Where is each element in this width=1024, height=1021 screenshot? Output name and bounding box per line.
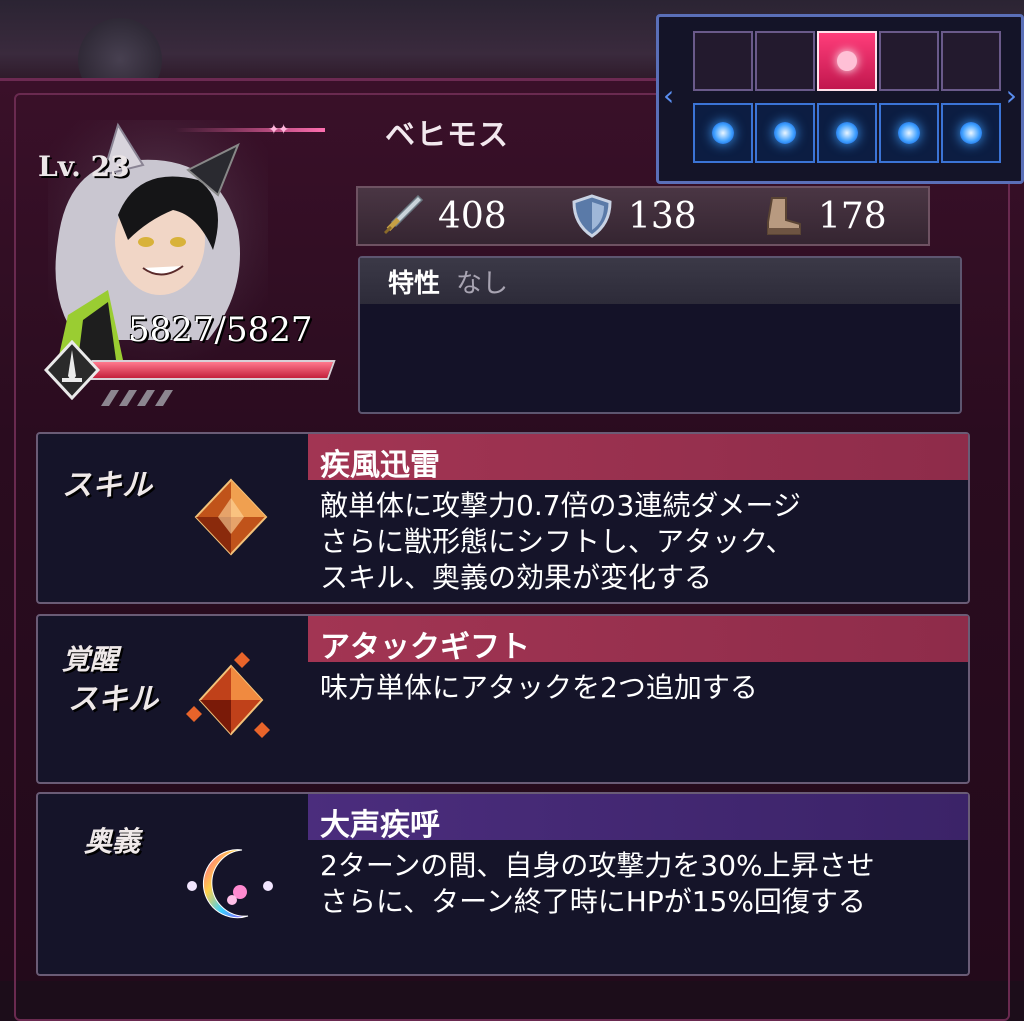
moon-orb-icon <box>187 849 273 919</box>
sword-icon <box>384 194 424 234</box>
character-name: ベヒモス <box>385 118 509 153</box>
sword-class-icon <box>44 340 100 400</box>
skill-description: 敵単体に攻撃力0.7倍の3連続ダメージ さらに獣形態にシフトし、アタック、 スキ… <box>320 489 801 594</box>
front-slot-3[interactable] <box>817 31 877 91</box>
unit-marker-icon <box>898 122 920 144</box>
ougi-name: 大声疾呼 <box>320 808 440 843</box>
title-decoration-diamond: ✦✦ <box>268 122 289 138</box>
back-slot-2[interactable] <box>755 103 815 163</box>
rank-stripes-icon <box>101 390 173 406</box>
skill-panel[interactable]: スキル 疾風迅雷 敵単体に攻撃力0.7倍の3連続ダメージ さらに獣形態にシフトし… <box>36 432 970 604</box>
selected-unit-marker-icon <box>837 51 857 71</box>
hp-bar <box>84 360 336 380</box>
defense-value: 138 <box>628 195 697 237</box>
speed-stat: 178 <box>758 192 928 240</box>
back-slot-5[interactable] <box>941 103 1001 163</box>
unit-marker-icon <box>836 122 858 144</box>
orange-crystal-icon <box>194 478 268 556</box>
awakened-kind-label-line1: 覚醒 <box>62 643 119 676</box>
ougi-kind-label: 奥義 <box>84 825 141 858</box>
awakened-crystal-icon <box>186 652 270 738</box>
shield-icon <box>572 194 612 238</box>
formation-grid: ‹ › <box>656 14 1024 184</box>
boot-icon <box>767 197 801 235</box>
formation-bottom-row <box>693 103 1003 163</box>
grid-left-arrow-icon: ‹ <box>663 79 675 112</box>
trait-value: なし <box>456 268 509 299</box>
hp-bar-fill <box>87 362 333 378</box>
stats-bar: 408 138 178 <box>356 186 930 246</box>
grid-right-arrow-icon: › <box>1005 79 1017 112</box>
trait-label: 特性 <box>388 268 441 299</box>
skill-kind-label: スキル <box>62 468 152 503</box>
attack-value: 408 <box>438 195 507 237</box>
back-slot-3[interactable] <box>817 103 877 163</box>
ougi-description: 2ターンの間、自身の攻撃力を30%上昇させ さらに、ターン終了時にHPが15%回… <box>320 849 875 918</box>
front-slot-5[interactable] <box>941 31 1001 91</box>
unit-marker-icon <box>712 122 734 144</box>
formation-top-row <box>693 31 1003 91</box>
unit-marker-icon <box>774 122 796 144</box>
awakened-kind-label-line2: スキル <box>68 682 158 717</box>
character-level: Lv. 23 <box>38 150 130 183</box>
front-slot-4[interactable] <box>879 31 939 91</box>
front-slot-2[interactable] <box>755 31 815 91</box>
unit-marker-icon <box>960 122 982 144</box>
back-slot-4[interactable] <box>879 103 939 163</box>
skill-name: 疾風迅雷 <box>320 448 440 483</box>
back-slot-1[interactable] <box>693 103 753 163</box>
speed-value: 178 <box>818 195 887 237</box>
trait-header: 特性 なし <box>360 258 960 304</box>
attack-stat: 408 <box>378 192 548 240</box>
awakened-skill-name: アタックギフト <box>320 630 530 665</box>
awakened-skill-panel[interactable]: 覚醒 スキル アタックギフト 味方単体にアタックを2つ追加する <box>36 614 970 784</box>
ougi-panel[interactable]: 奥義 大声疾呼 2ターンの間、自身の攻撃力を30%上昇させ さらに、ターン終了時… <box>36 792 970 976</box>
trait-panel: 特性 なし <box>358 256 962 414</box>
awakened-skill-description: 味方単体にアタックを2つ追加する <box>320 671 758 704</box>
defense-stat: 138 <box>568 192 738 240</box>
front-slot-1[interactable] <box>693 31 753 91</box>
hp-value: 5827/5827 <box>128 310 313 350</box>
